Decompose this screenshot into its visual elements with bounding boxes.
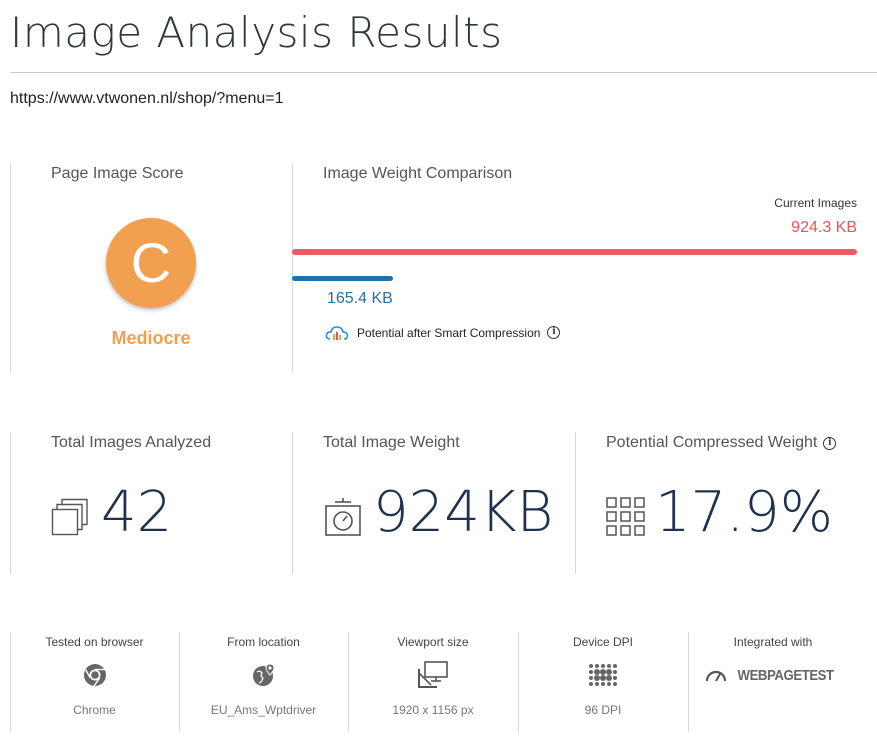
- dpi-value: 96 DPI: [584, 703, 622, 717]
- page-image-score-label: Page Image Score: [51, 165, 184, 182]
- viewport-value: 1920 x 1156 px: [392, 703, 474, 717]
- title-divider: [10, 72, 877, 73]
- info-icon[interactable]: i: [823, 436, 837, 450]
- potential-weight-value: 165.4 KB: [327, 290, 393, 307]
- browser-value: Chrome: [73, 703, 116, 717]
- stacked-images-icon: [51, 498, 88, 536]
- section-divider: [10, 163, 11, 373]
- webpagetest-logo[interactable]: WEBPAGETEST: [688, 659, 858, 691]
- scale-icon: [325, 498, 361, 536]
- compressed-weight-label: Potential Compressed Weight: [606, 434, 818, 451]
- dpi-label: Device DPI: [572, 635, 634, 649]
- current-images-label: Current Images: [774, 196, 857, 210]
- compressed-label-row: Potential Compressed Weight i: [606, 434, 837, 452]
- grid-icon: [606, 497, 645, 536]
- section-divider: [575, 432, 576, 574]
- section-divider: [292, 163, 293, 373]
- potential-legend: Potential after Smart Compression i: [325, 324, 561, 341]
- speedometer-icon: [706, 670, 727, 682]
- weight-comparison-label: Image Weight Comparison: [323, 165, 513, 182]
- current-images-value: 924.3 KB: [791, 219, 857, 236]
- browser-label: Tested on browser: [45, 635, 144, 649]
- grade-badge: C: [106, 218, 196, 308]
- integration-column: Integrated with WEBPAGETEST: [688, 632, 858, 732]
- chrome-icon: [83, 664, 106, 687]
- integrated-label: Integrated with: [733, 635, 813, 649]
- info-icon[interactable]: i: [547, 326, 561, 339]
- grade-rating: Mediocre: [111, 328, 191, 348]
- compressed-weight-value: 17.9%: [655, 480, 833, 545]
- location-label: From location: [227, 635, 300, 649]
- location-value: EU_Ams_Wptdriver: [210, 703, 317, 717]
- total-images-value: 42: [101, 480, 173, 545]
- viewport-column: Viewport size 1920 x 1156 px: [348, 632, 518, 732]
- potential-weight-bar: [292, 276, 393, 281]
- total-weight-label: Total Image Weight: [323, 434, 460, 451]
- dpi-column: Device DPI 96 DPI: [518, 632, 688, 732]
- page-title: Image Analysis Results: [10, 8, 503, 57]
- dots-icon: [589, 664, 617, 686]
- location-column: From location EU_Ams_Wptdriver: [179, 632, 348, 732]
- total-weight-value: 924KB: [373, 480, 554, 545]
- section-divider: [292, 432, 293, 574]
- location-pin-icon: [252, 663, 275, 686]
- section-divider: [10, 432, 11, 574]
- analyzed-url: https://www.vtwonen.nl/shop/?menu=1: [10, 90, 284, 107]
- viewport-label: Viewport size: [397, 635, 469, 649]
- potential-legend-label: Potential after Smart Compression: [357, 325, 541, 340]
- webpagetest-wordmark: WEBPAGETEST: [737, 666, 835, 684]
- total-images-label: Total Images Analyzed: [51, 434, 212, 451]
- monitor-icon: [418, 661, 448, 688]
- cloud-icon: [325, 326, 349, 340]
- browser-column: Tested on browser Chrome: [10, 632, 179, 732]
- current-images-bar: [292, 249, 857, 255]
